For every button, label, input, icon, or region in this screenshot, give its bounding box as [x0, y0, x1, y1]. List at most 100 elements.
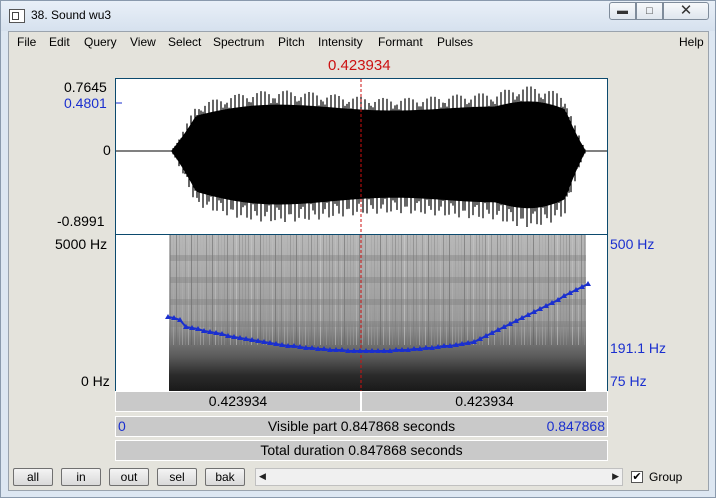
spectrogram-stripe [206, 235, 207, 345]
formant-band [170, 277, 586, 283]
spectrogram-stripe [245, 235, 246, 345]
spectrogram-stripe [215, 235, 216, 345]
maximize-button[interactable]: □ [636, 2, 663, 20]
spectrogram-stripe [452, 235, 453, 345]
menu-file[interactable]: File [17, 35, 36, 49]
menu-query[interactable]: Query [84, 35, 117, 49]
spectrogram-top-freq-label: 5000 Hz [55, 236, 108, 252]
selection-right-value: 0.423934 [455, 393, 514, 409]
spectrogram-stripe [476, 235, 477, 345]
menu-edit[interactable]: Edit [49, 35, 70, 49]
scroll-left-arrow-icon[interactable]: ◀ [259, 471, 266, 482]
spectrogram-stripe [542, 235, 543, 345]
spectrogram-stripe [239, 235, 240, 345]
spectrogram-stripe [248, 235, 249, 345]
spectrogram-stripe [284, 235, 285, 345]
spectrogram-stripe [422, 235, 423, 345]
waveform-min-label: -0.8991 [57, 213, 105, 229]
spectrogram-stripe [266, 235, 267, 345]
spectrogram-stripe [434, 235, 435, 345]
scroll-right-arrow-icon[interactable]: ▶ [612, 471, 619, 482]
spectrogram-stripe [395, 235, 396, 345]
spectrogram-stripe [209, 235, 210, 345]
visible-part-bar[interactable]: 0 Visible part 0.847868 seconds 0.847868 [115, 416, 608, 437]
selection-left-bar[interactable]: 0.423934 [115, 391, 361, 412]
menu-pitch[interactable]: Pitch [278, 35, 305, 49]
waveform-cursor-value-label: 0.4801 [64, 95, 107, 111]
spectrogram-stripe [263, 235, 264, 345]
spectrogram-stripe [440, 235, 441, 345]
spectrogram-stripe [554, 235, 555, 345]
spectrogram-stripe [551, 235, 552, 345]
spectrogram-stripe [512, 235, 513, 345]
spectrogram-stripe [293, 235, 294, 345]
menu-intensity[interactable]: Intensity [318, 35, 363, 49]
zoom-in-button[interactable]: in [61, 468, 101, 486]
maximize-icon: □ [646, 5, 653, 17]
spectrogram-stripe [419, 235, 420, 345]
spectrogram-stripe [344, 235, 345, 345]
spectrogram-stripe [329, 235, 330, 345]
spectrogram-stripe [449, 235, 450, 345]
bottom-toolbar: all in out sel bak ◀ ▶ ✔ Group [9, 462, 708, 490]
spectrogram-stripe [371, 235, 372, 345]
spectrogram-panel[interactable] [115, 235, 608, 391]
spectrogram-stripe [269, 235, 270, 345]
waveform-panel[interactable] [115, 78, 608, 235]
horizontal-scrollbar[interactable]: ◀ ▶ [255, 468, 623, 486]
menu-formant[interactable]: Formant [378, 35, 423, 49]
spectrogram-stripe [482, 235, 483, 345]
spectrogram-stripe [464, 235, 465, 345]
spectrogram-stripe [368, 235, 369, 345]
spectrogram-stripe [518, 235, 519, 345]
spectrogram-stripe [377, 235, 378, 345]
spectrogram-stripe [545, 235, 546, 345]
zoom-sel-button[interactable]: sel [157, 468, 197, 486]
spectrogram-stripe [392, 235, 393, 345]
checkmark-icon: ✔ [632, 471, 642, 483]
spectrogram-stripe [365, 235, 366, 345]
pitch-cursor-label: 191.1 Hz [610, 340, 667, 356]
spectrogram-stripe [509, 235, 510, 345]
spectrogram-stripe [401, 235, 402, 345]
menu-spectrum[interactable]: Spectrum [213, 35, 264, 49]
zoom-all-button[interactable]: all [13, 468, 53, 486]
selection-right-bar[interactable]: 0.423934 [361, 391, 608, 412]
spectrogram-stripe [548, 235, 549, 345]
spectrogram-stripe [413, 235, 414, 345]
menu-pulses[interactable]: Pulses [437, 35, 473, 49]
spectrogram-stripe [557, 235, 558, 345]
spectrogram-stripe [335, 235, 336, 345]
zoom-back-button[interactable]: bak [205, 468, 245, 486]
total-duration-label: Total duration 0.847868 seconds [260, 442, 463, 458]
group-checkbox[interactable]: ✔ [631, 471, 643, 483]
menu-help[interactable]: Help [679, 35, 704, 49]
spectrogram-stripe [278, 235, 279, 345]
sound-window-icon [9, 9, 25, 23]
title-bar[interactable]: 38. Sound wu3 ▬ □ ✕ [1, 1, 715, 31]
spectrogram-stripe [572, 235, 573, 345]
waveform-svg [116, 79, 607, 234]
total-duration-bar[interactable]: Total duration 0.847868 seconds [115, 440, 608, 461]
spectrogram-stripe [494, 235, 495, 345]
menu-select[interactable]: Select [168, 35, 201, 49]
spectrogram-stripe [236, 235, 237, 345]
visible-part-label: Visible part 0.847868 seconds [267, 418, 456, 434]
menu-view[interactable]: View [130, 35, 156, 49]
spectrogram-stripe [515, 235, 516, 345]
formant-band [170, 321, 586, 327]
close-icon: ✕ [679, 2, 693, 19]
spectrogram-stripe [347, 235, 348, 345]
spectrogram-stripe [581, 235, 582, 345]
spectrogram-stripe [173, 235, 174, 345]
minimize-button[interactable]: ▬ [609, 2, 636, 20]
close-button[interactable]: ✕ [663, 2, 709, 20]
spectrogram-stripe [467, 235, 468, 345]
spectrogram-stripe [407, 235, 408, 345]
zoom-out-button[interactable]: out [109, 468, 149, 486]
spectrogram-stripe [320, 235, 321, 345]
spectrogram-stripe [359, 235, 360, 345]
spectrogram-stripe [416, 235, 417, 345]
spectrogram-stripe [299, 235, 300, 345]
spectrogram-stripe [260, 235, 261, 345]
